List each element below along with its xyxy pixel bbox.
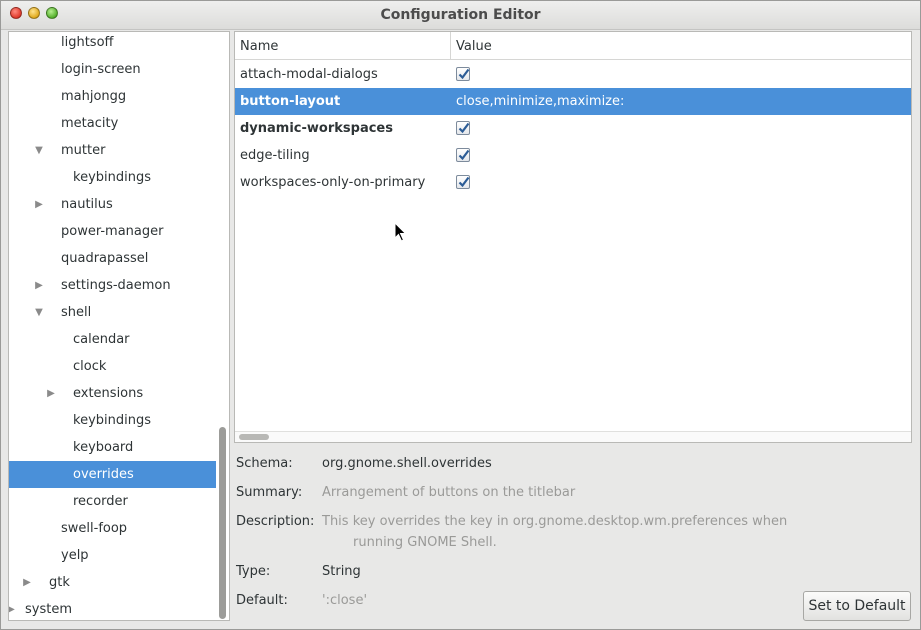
tree-item[interactable]: ▼ mutter — [9, 137, 216, 164]
expander-expanded-icon[interactable]: ▼ — [33, 299, 45, 326]
tree-item-label: clock — [73, 359, 107, 374]
tree-item-label: quadrapassel — [61, 251, 149, 266]
description-label: Description: — [236, 514, 315, 529]
tree-item[interactable]: login-screen — [9, 56, 216, 83]
description-value-line-2: running GNOME Shell. — [353, 535, 497, 550]
tree-item[interactable]: ▼ shell — [9, 299, 216, 326]
tree-item[interactable]: ▶ extensions — [9, 380, 216, 407]
tree-item[interactable]: quadrapassel — [9, 245, 216, 272]
table-row[interactable]: workspaces-only-on-primary — [235, 169, 911, 196]
tree-item[interactable]: yelp — [9, 542, 216, 569]
key-name: attach-modal-dialogs — [240, 67, 378, 82]
tree-item[interactable]: ▶ system — [9, 596, 216, 620]
tree-item[interactable]: lightsoff — [9, 32, 216, 56]
tree-item-label: system — [25, 602, 72, 617]
tree-item-label: overrides — [73, 467, 134, 482]
expander-collapsed-icon[interactable]: ▶ — [21, 569, 33, 596]
checkmark-icon — [458, 149, 470, 161]
type-value: String — [322, 564, 361, 579]
tree-item-label: keyboard — [73, 440, 134, 455]
tree-item-label: yelp — [61, 548, 89, 563]
tree-item[interactable]: mahjongg — [9, 83, 216, 110]
table-horizontal-scrollbar[interactable] — [239, 434, 269, 440]
tree-item-label: calendar — [73, 332, 130, 347]
config-editor-window: Configuration Editor ▶ system ▶ gtk yelp swel… — [0, 0, 921, 630]
type-label: Type: — [236, 564, 271, 579]
expander-expanded-icon[interactable]: ▼ — [33, 137, 45, 164]
expander-collapsed-icon[interactable]: ▶ — [45, 380, 57, 407]
tree-item-label: login-screen — [61, 62, 141, 77]
schema-label: Schema: — [236, 456, 293, 471]
column-header-name[interactable]: Name — [240, 32, 278, 59]
tree-item-label: metacity — [61, 116, 119, 131]
tree-item-label: recorder — [73, 494, 128, 509]
tree-item-label: keybindings — [73, 170, 151, 185]
tree-item[interactable]: power-manager — [9, 218, 216, 245]
tree-item[interactable]: keybindings — [9, 164, 216, 191]
table-row[interactable]: attach-modal-dialogs — [235, 61, 911, 88]
tree-item-label: shell — [61, 305, 92, 320]
value-checkbox[interactable] — [456, 121, 470, 135]
schema-value: org.gnome.shell.overrides — [322, 456, 492, 471]
schema-tree[interactable]: ▶ system ▶ gtk yelp swell-foop recorder overrid… — [8, 31, 230, 621]
key-name: dynamic-workspaces — [240, 121, 393, 136]
tree-item-label: extensions — [73, 386, 144, 401]
tree-item-label: mahjongg — [61, 89, 127, 104]
tree-item[interactable]: ▶ nautilus — [9, 191, 216, 218]
value-checkbox[interactable] — [456, 67, 470, 81]
tree-vertical-scrollbar[interactable] — [219, 427, 226, 619]
checkmark-icon — [458, 122, 470, 134]
tree-item-label: settings-daemon — [61, 278, 171, 293]
summary-label: Summary: — [236, 485, 303, 500]
tree-item-label: nautilus — [61, 197, 113, 212]
key-name: workspaces-only-on-primary — [240, 175, 426, 190]
key-name: button-layout — [240, 94, 341, 109]
table-header: Name Value — [235, 32, 911, 60]
titlebar: Configuration Editor — [1, 1, 920, 30]
tree-item-label: swell-foop — [61, 521, 128, 536]
tree-item-label: mutter — [61, 143, 106, 158]
table-row[interactable]: button-layout close,minimize,maximize: — [235, 88, 911, 115]
default-label: Default: — [236, 593, 288, 608]
expander-collapsed-icon[interactable]: ▶ — [9, 596, 17, 620]
window-title: Configuration Editor — [380, 7, 541, 23]
tree-item-label: keybindings — [73, 413, 151, 428]
tree-item[interactable]: overrides — [9, 461, 216, 488]
column-header-value[interactable]: Value — [456, 32, 492, 59]
tree-item-label: gtk — [49, 575, 70, 590]
tree-item[interactable]: keyboard — [9, 434, 216, 461]
value-checkbox[interactable] — [456, 175, 470, 189]
mouse-pointer-icon — [394, 222, 407, 242]
description-value-line-1: This key overrides the key in org.gnome.… — [322, 514, 788, 529]
tree-item[interactable]: calendar — [9, 326, 216, 353]
tree-item-label: power-manager — [61, 224, 164, 239]
tree-item[interactable]: clock — [9, 353, 216, 380]
tree-item[interactable]: keybindings — [9, 407, 216, 434]
default-value: ':close' — [322, 593, 368, 608]
column-separator — [450, 32, 451, 59]
summary-value: Arrangement of buttons on the titlebar — [322, 485, 576, 500]
key-value[interactable]: close,minimize,maximize: — [456, 88, 624, 115]
tree-item-label: lightsoff — [61, 35, 114, 50]
checkmark-icon — [458, 68, 470, 80]
set-to-default-button[interactable]: Set to Default — [803, 591, 911, 621]
table-row[interactable]: edge-tiling — [235, 142, 911, 169]
expander-collapsed-icon[interactable]: ▶ — [33, 272, 45, 299]
tree-item[interactable]: recorder — [9, 488, 216, 515]
table-horizontal-scroll-track[interactable] — [235, 431, 911, 442]
tree-item[interactable]: metacity — [9, 110, 216, 137]
expander-collapsed-icon[interactable]: ▶ — [33, 191, 45, 218]
checkmark-icon — [458, 176, 470, 188]
key-name: edge-tiling — [240, 148, 310, 163]
tree-item[interactable]: ▶ settings-daemon — [9, 272, 216, 299]
table-row[interactable]: dynamic-workspaces — [235, 115, 911, 142]
tree-item[interactable]: ▶ gtk — [9, 569, 216, 596]
keys-table[interactable]: Name Value attach-modal-dialogs button-la… — [234, 31, 912, 443]
tree-item[interactable]: swell-foop — [9, 515, 216, 542]
value-checkbox[interactable] — [456, 148, 470, 162]
